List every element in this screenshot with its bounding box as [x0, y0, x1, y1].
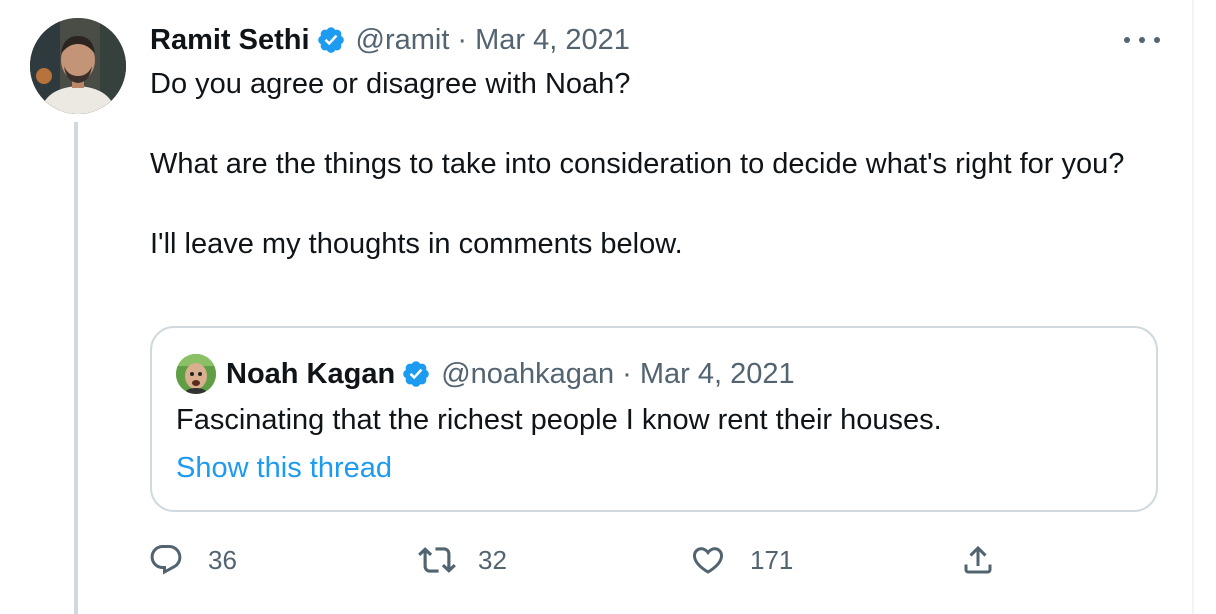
- quoted-author-handle: @noahkagan: [441, 357, 615, 390]
- share-button[interactable]: [960, 536, 996, 584]
- verified-badge-icon: [316, 25, 346, 55]
- quoted-avatar: [176, 354, 216, 394]
- tweet[interactable]: Ramit Sethi @ramit · Mar 4, 2021 Do you …: [0, 0, 1216, 614]
- thread-line: [74, 122, 78, 614]
- quoted-tweet-text: Fascinating that the richest people I kn…: [176, 404, 942, 436]
- tweet-header: Ramit Sethi @ramit · Mar 4, 2021: [150, 20, 630, 60]
- column-border: [1192, 0, 1194, 614]
- author-name[interactable]: Ramit Sethi: [150, 24, 310, 57]
- reply-button[interactable]: 36: [148, 536, 237, 584]
- show-thread-link[interactable]: Show this thread: [176, 448, 392, 488]
- more-dots-icon[interactable]: [1124, 26, 1160, 54]
- verified-badge-icon: [401, 359, 431, 389]
- avatar[interactable]: [30, 18, 126, 114]
- tweet-date[interactable]: Mar 4, 2021: [475, 24, 630, 57]
- share-icon: [960, 542, 996, 578]
- like-button[interactable]: 171: [690, 536, 793, 584]
- quoted-tweet-date: Mar 4, 2021: [639, 357, 795, 390]
- like-count: 171: [750, 544, 794, 575]
- tweet-text: Do you agree or disagree with Noah? What…: [150, 64, 1150, 264]
- heart-icon: [690, 542, 726, 578]
- retweet-button[interactable]: 32: [418, 536, 507, 584]
- quoted-author-name: Noah Kagan: [226, 357, 396, 390]
- separator-dot: ·: [457, 23, 468, 56]
- tweet-text-line: I'll leave my thoughts in comments below…: [150, 228, 683, 260]
- quoted-tweet[interactable]: Noah Kagan @noahkagan · Mar 4, 2021 Fasc…: [150, 326, 1158, 512]
- quoted-tweet-header: Noah Kagan @noahkagan · Mar 4, 2021: [176, 354, 795, 394]
- retweet-icon: [418, 541, 456, 579]
- tweet-text-line: What are the things to take into conside…: [150, 148, 1125, 180]
- reply-count: 36: [208, 544, 237, 575]
- retweet-count: 32: [478, 544, 507, 575]
- author-handle[interactable]: @ramit: [356, 24, 450, 57]
- tweet-text-line: Do you agree or disagree with Noah?: [150, 68, 631, 100]
- separator-dot: ·: [622, 357, 632, 390]
- reply-icon: [148, 542, 184, 578]
